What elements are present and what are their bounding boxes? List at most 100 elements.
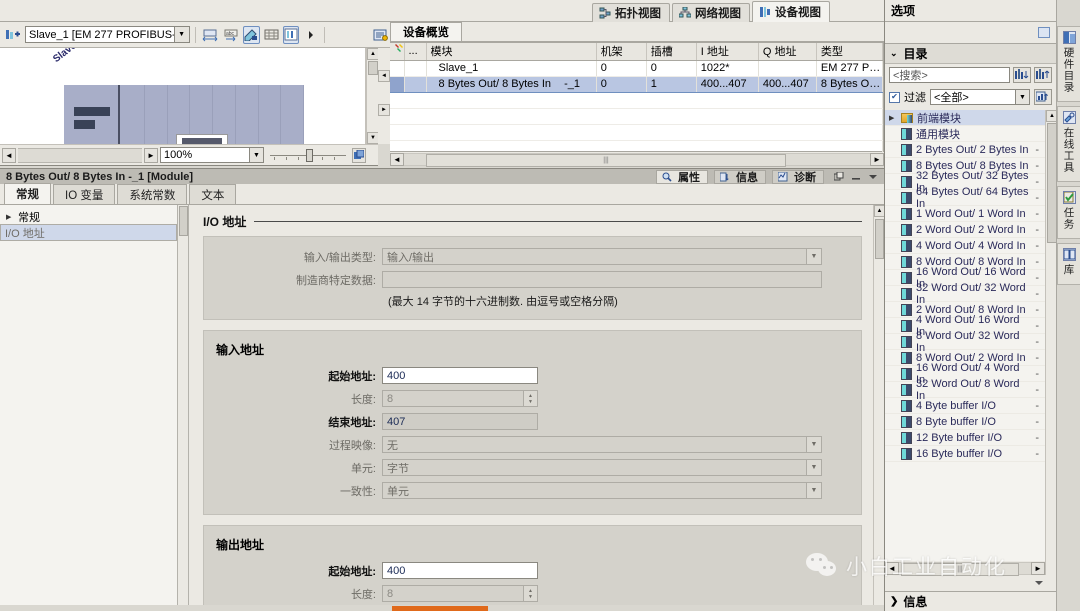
scroll-left-icon[interactable]: ◄	[885, 561, 899, 575]
list-item[interactable]: 2 Bytes Out/ 2 Bytes In -	[885, 142, 1045, 158]
info-section-header[interactable]: ❯ 信息	[885, 591, 1057, 611]
scrollbar-thumb[interactable]	[368, 61, 378, 75]
chevron-down-icon[interactable]	[868, 172, 878, 182]
chevron-down-icon[interactable]: ⌄	[890, 48, 898, 59]
zoom-slider-knob[interactable]	[306, 149, 313, 162]
catalog-hscroll-trough[interactable]: |||	[899, 561, 1031, 576]
rack-head-module[interactable]	[64, 85, 120, 144]
horizontal-scroll-track[interactable]	[18, 147, 142, 163]
rail-tab-hardware-catalog[interactable]: 硬件目录	[1057, 26, 1080, 102]
tab-properties[interactable]: 属性	[656, 169, 708, 184]
tab-device-view[interactable]: 设备视图	[752, 1, 830, 22]
rack-slot[interactable]	[145, 85, 168, 144]
annotate-icon[interactable]: abc	[222, 26, 240, 44]
input-process-image-select[interactable]: 无 ▼	[382, 436, 822, 453]
list-item[interactable]: 8 Word Out/ 32 Word In -	[885, 330, 1045, 354]
restore-window-icon[interactable]	[833, 171, 844, 182]
table-row[interactable]: 8 Bytes Out/ 8 Bytes In -_1 0 1 400...40…	[390, 75, 884, 93]
zoom-reset-icon[interactable]	[352, 147, 366, 163]
vendor-data-input[interactable]	[382, 271, 822, 288]
table-row[interactable]: Slave_1 0 0 1022* EM 277 PROFIB...	[390, 60, 884, 77]
table-row-empty[interactable]	[390, 92, 883, 109]
list-item[interactable]: 2 Word Out/ 2 Word In -	[885, 222, 1045, 238]
nav-item-io-addresses[interactable]: I/O 地址	[0, 224, 177, 241]
grid-scroll-right-icon[interactable]: ►	[870, 152, 884, 166]
canvas-collapse-right-icon[interactable]: ►	[378, 104, 390, 116]
list-item[interactable]: 12 Byte buffer I/O -	[885, 430, 1045, 446]
chevron-down-icon[interactable]: ▼	[806, 249, 821, 264]
grid-scroll-left-icon[interactable]: ◄	[390, 152, 404, 166]
column-header-rack[interactable]: 机架	[596, 43, 647, 61]
list-item[interactable]: 16 Byte buffer I/O -	[885, 446, 1045, 462]
tab-io-tags[interactable]: IO 变量	[53, 184, 116, 204]
input-unit-select[interactable]: 字节 ▼	[382, 459, 822, 476]
tab-network-view[interactable]: 网络视图	[672, 3, 750, 22]
catalog-list[interactable]: ▶ 前端模块 通用模块 2 Bytes Out/ 2 Bytes In - 8 B…	[885, 110, 1045, 575]
search-up-icon[interactable]	[1034, 67, 1052, 83]
rack-slot[interactable]	[122, 85, 145, 144]
input-length-stepper[interactable]: 8 ▲ ▼	[382, 390, 538, 407]
chevron-down-icon[interactable]: ▼	[806, 483, 821, 498]
scroll-right-icon[interactable]: ►	[144, 147, 158, 163]
chevron-right-icon[interactable]: ▶	[889, 114, 897, 122]
filter-profile-icon[interactable]	[1034, 89, 1052, 105]
input-start-address-field[interactable]: 400	[382, 367, 538, 384]
list-item[interactable]: ▶ 前端模块	[885, 110, 1045, 126]
columns-icon[interactable]	[282, 25, 300, 44]
device-overview-horizontal-scrollbar[interactable]: ◄ ||| ►	[390, 152, 884, 167]
input-end-address-field[interactable]: 407	[382, 413, 538, 430]
rail-tab-tasks[interactable]: 任务	[1057, 186, 1080, 239]
device-add-icon[interactable]	[4, 26, 22, 44]
tab-diagnostics[interactable]: 诊断	[772, 169, 824, 184]
list-item[interactable]: 4 Word Out/ 4 Word In -	[885, 238, 1045, 254]
zoom-level-input[interactable]: 100% ▼	[160, 147, 264, 163]
column-header-q-address[interactable]: Q 地址	[758, 43, 817, 61]
rack-slot[interactable]	[259, 85, 282, 144]
minimize-window-icon[interactable]	[851, 172, 861, 182]
search-down-icon[interactable]	[1013, 67, 1031, 83]
canvas-vertical-scrollbar[interactable]: ▲ ▼	[366, 48, 379, 144]
zoom-chevron-down-icon[interactable]: ▼	[249, 148, 263, 162]
scroll-right-icon[interactable]: ►	[1031, 561, 1045, 575]
properties-vertical-scrollbar[interactable]: ▲	[873, 205, 885, 611]
tab-general[interactable]: 常规	[4, 183, 51, 204]
column-header-slot[interactable]: 插槽	[646, 43, 697, 61]
tab-device-overview[interactable]: 设备概览	[390, 22, 462, 41]
tab-system-constants[interactable]: 系统常数	[117, 184, 188, 204]
rail-tab-libraries[interactable]: 库	[1057, 243, 1080, 285]
catalog-icon[interactable]	[372, 26, 390, 44]
rack-slot[interactable]	[281, 85, 304, 144]
nav-tree-scrollbar[interactable]	[178, 205, 189, 611]
chevron-right-icon[interactable]: ▶	[6, 213, 14, 221]
catalog-hscrollbar-thumb[interactable]: |||	[901, 562, 1019, 576]
catalog-resize-handle[interactable]	[1033, 577, 1045, 589]
highlight-icon[interactable]	[242, 25, 260, 44]
rail-tab-online-tools[interactable]: 在线工具	[1057, 106, 1080, 182]
device-graphic-canvas[interactable]: Slave_1	[0, 48, 366, 144]
chevron-down-icon[interactable]: ▼	[173, 27, 189, 42]
list-item[interactable]: 通用模块	[885, 126, 1045, 142]
canvas-collapse-left-icon[interactable]: ◄	[378, 70, 390, 82]
list-item[interactable]: 1 Word Out/ 1 Word In -	[885, 206, 1045, 222]
tab-texts[interactable]: 文本	[189, 184, 237, 204]
column-header-module[interactable]: 模块	[426, 43, 597, 61]
chevron-down-icon[interactable]: ▼	[806, 437, 821, 452]
output-start-address-field[interactable]: 400	[382, 562, 538, 579]
device-selector[interactable]: Slave_1 [EM 277 PROFIBUS-D ▼	[25, 26, 190, 43]
properties-scrollbar-thumb[interactable]	[875, 219, 884, 259]
output-length-stepper[interactable]: 8 ▲ ▼	[382, 585, 538, 602]
more-icon[interactable]	[302, 26, 319, 44]
table-row-empty[interactable]	[390, 124, 883, 141]
catalog-header[interactable]: ⌄ 目录	[885, 44, 1056, 64]
options-toggle-icon[interactable]	[1038, 27, 1050, 38]
grid-scrollbar-thumb[interactable]: |||	[426, 153, 786, 167]
zoom-slider[interactable]	[270, 147, 346, 163]
fit-width-icon[interactable]	[201, 26, 219, 44]
filter-checkbox[interactable]: ✔	[889, 91, 900, 103]
stepper-arrows-icon[interactable]: ▲ ▼	[523, 391, 537, 406]
list-item[interactable]: 32 Word Out/ 8 Word In -	[885, 378, 1045, 402]
chevron-down-icon[interactable]: ▼	[806, 460, 821, 475]
nav-scrollbar-thumb[interactable]	[179, 206, 188, 236]
list-item[interactable]: 8 Byte buffer I/O -	[885, 414, 1045, 430]
nav-item-general[interactable]: ▶ 常规	[0, 209, 177, 224]
